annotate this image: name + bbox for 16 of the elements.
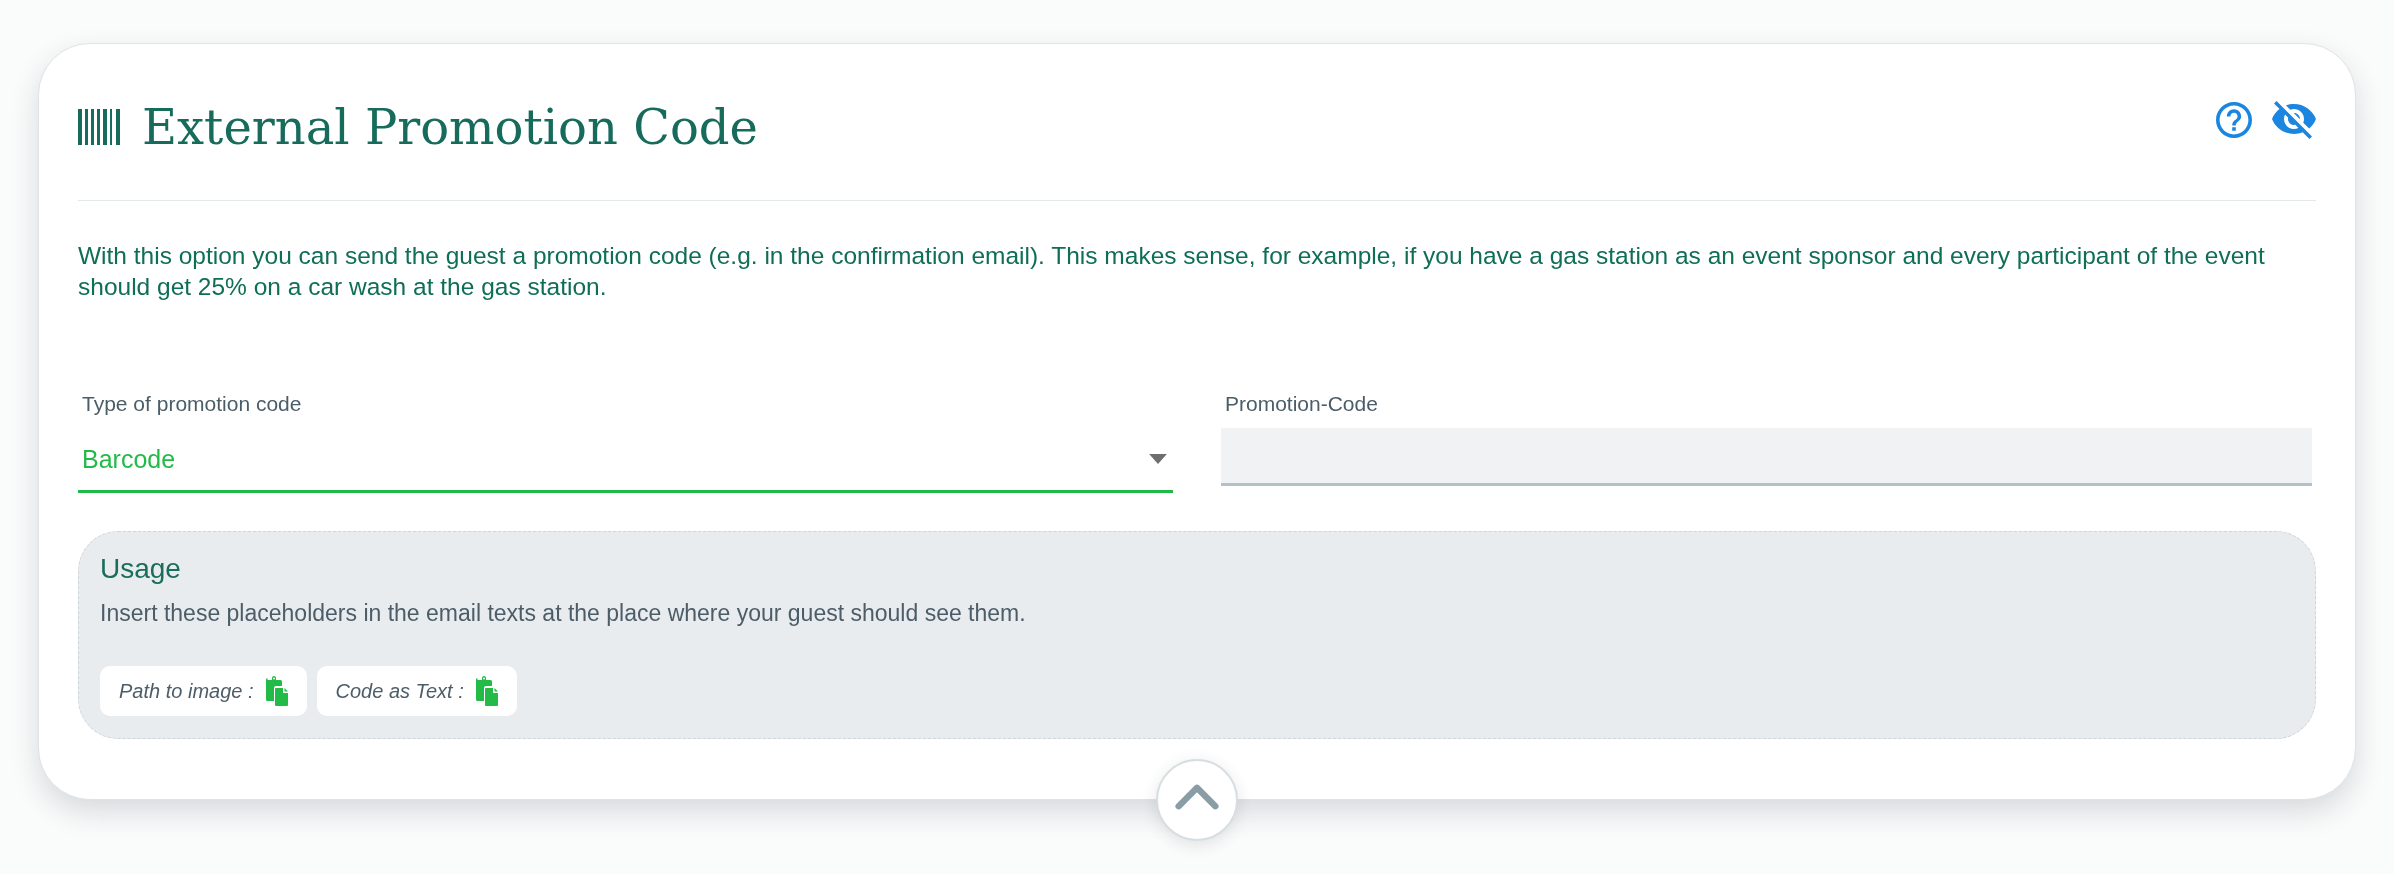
description-text: With this option you can send the guest a promotion code (e.g. in the confirmation email). This makes sense, for example, if you have a gas station as an event sponsor and every participant of the event should get 25% on a car wash at the gas station. — [78, 241, 2266, 302]
chevron-up-icon — [1175, 784, 1219, 810]
usage-text: Insert these placeholders in the email texts at the place where your guest should see them. — [100, 599, 1026, 628]
placeholder-chip[interactable]: Code as Text : — [316, 666, 517, 716]
promotion-code-input[interactable] — [1221, 428, 2312, 486]
card-title: External Promotion Code — [142, 98, 758, 157]
barcode-icon — [78, 109, 120, 145]
usage-title: Usage — [100, 552, 181, 586]
eye-slash-icon[interactable] — [2272, 101, 2316, 139]
clipboard-icon — [475, 676, 498, 706]
caret-icon — [1149, 454, 1167, 464]
help-icon[interactable] — [2216, 102, 2252, 138]
placeholder-chip[interactable]: Path to image : — [100, 666, 307, 716]
field-label: Promotion-Code — [1225, 392, 1378, 416]
field-label: Type of promotion code — [82, 392, 302, 416]
clipboard-icon — [265, 676, 288, 706]
